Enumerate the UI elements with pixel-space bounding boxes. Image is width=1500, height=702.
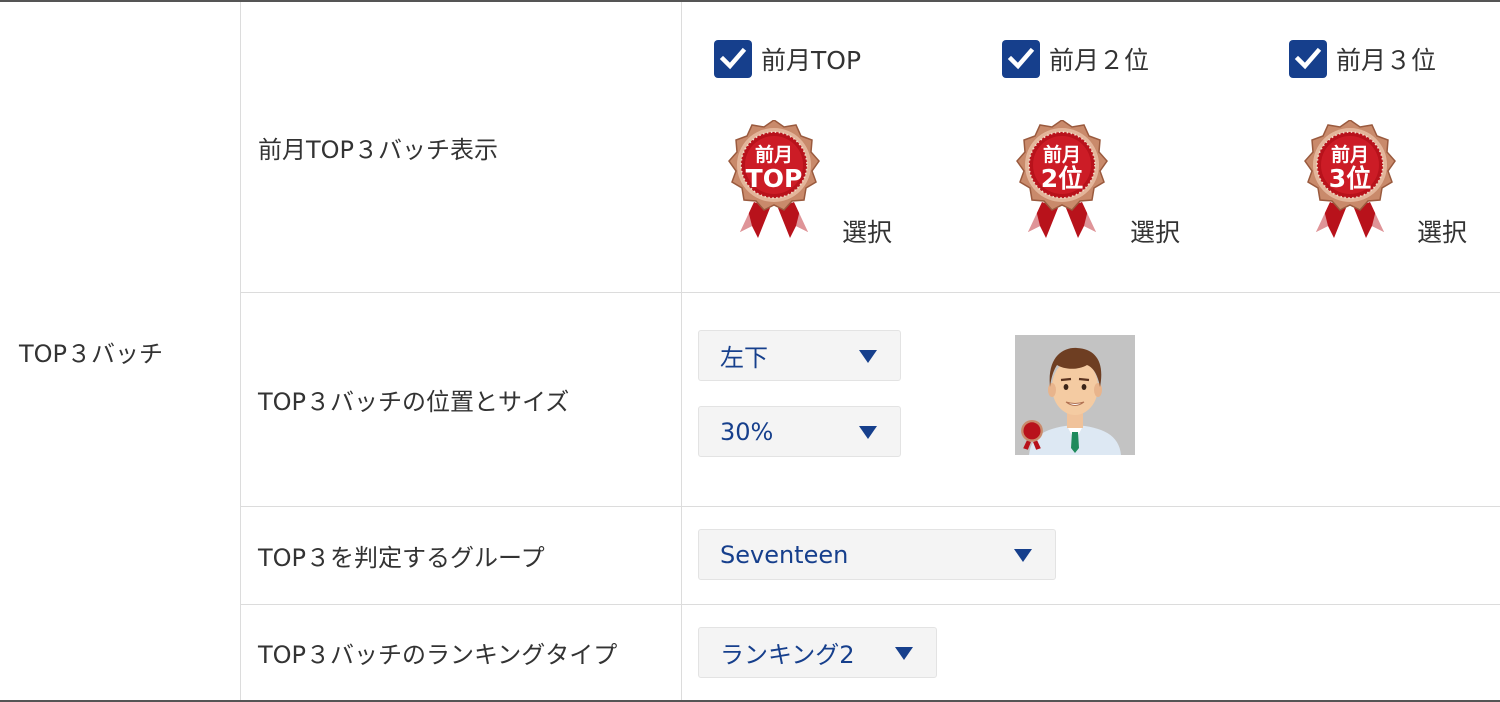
group-select-value: Seventeen	[720, 540, 849, 569]
award-rosette-icon: 前月 3位	[1304, 120, 1396, 238]
badge-text-line2: 2位	[1041, 164, 1083, 193]
row-label-ranking-type: TOP３バッチのランキングタイプ	[241, 605, 682, 700]
badge-text-line2: TOP	[746, 164, 803, 193]
checkbox-item-top[interactable]: 前月TOP	[714, 40, 861, 78]
checkbox-item-3rd[interactable]: 前月３位	[1289, 40, 1436, 78]
checkbox-3rd[interactable]	[1289, 40, 1327, 78]
checkbox-top[interactable]	[714, 40, 752, 78]
checkbox-label-3rd: 前月３位	[1336, 46, 1437, 75]
badge-text-line1: 前月	[755, 143, 793, 166]
caret-down-icon	[1014, 549, 1032, 562]
award-rosette-icon	[1021, 419, 1043, 450]
size-select-value: 30%	[720, 417, 774, 446]
checkbox-label-top: 前月TOP	[761, 46, 862, 75]
position-select-value: 左下	[720, 344, 768, 372]
position-size-controls: 左下 30%	[682, 293, 1500, 506]
ranking-type-select-value: ランキング2	[720, 641, 855, 669]
row-label-group: TOP３を判定するグループ	[241, 507, 682, 604]
row-label-position-size: TOP３バッチの位置とサイズ	[241, 293, 682, 506]
size-select[interactable]: 30%	[698, 406, 901, 457]
award-rosette-icon: 前月 2位	[1016, 120, 1108, 238]
caret-down-icon	[895, 647, 913, 660]
badge-text-line1: 前月	[1043, 143, 1081, 166]
row-ranking-type: TOP３バッチのランキングタイプ ランキング2	[241, 605, 1500, 700]
select-link-2nd[interactable]: 選択	[1130, 213, 1180, 249]
settings-table: TOP３バッチ 前月TOP３バッチ表示 前月TOP 前月２位 前月３位 前月 T…	[0, 0, 1500, 702]
check-icon	[719, 47, 747, 70]
group-controls: Seventeen	[682, 507, 1500, 604]
badge-position-preview	[1015, 335, 1135, 455]
check-icon	[1007, 47, 1035, 70]
check-icon	[1294, 47, 1322, 70]
caret-down-icon	[859, 426, 877, 439]
caret-down-icon	[859, 350, 877, 363]
row-group: TOP３を判定するグループ Seventeen	[241, 507, 1500, 605]
position-select[interactable]: 左下	[698, 330, 901, 381]
checkbox-item-2nd[interactable]: 前月２位	[1002, 40, 1149, 78]
badge-text-line1: 前月	[1331, 143, 1369, 166]
select-link-top[interactable]: 選択	[842, 213, 892, 249]
select-link-3rd[interactable]: 選択	[1417, 213, 1467, 249]
ranking-type-controls: ランキング2	[682, 605, 1500, 700]
group-select[interactable]: Seventeen	[698, 529, 1056, 580]
ranking-type-select[interactable]: ランキング2	[698, 627, 937, 678]
section-label: TOP３バッチ	[0, 2, 241, 700]
row-label-badge-display: 前月TOP３バッチ表示	[241, 2, 682, 292]
award-rosette-icon: 前月 TOP	[728, 120, 820, 238]
checkbox-2nd[interactable]	[1002, 40, 1040, 78]
row-badge-display: 前月TOP３バッチ表示 前月TOP 前月２位 前月３位 前月 TOP 選択 前月…	[241, 2, 1500, 293]
badge-text-line2: 3位	[1329, 164, 1371, 193]
checkbox-label-2nd: 前月２位	[1049, 46, 1150, 75]
row-position-size: TOP３バッチの位置とサイズ 左下 30%	[241, 293, 1500, 507]
badge-display-options: 前月TOP 前月２位 前月３位 前月 TOP 選択 前月 2位 選択 前月 3位…	[682, 2, 1500, 292]
